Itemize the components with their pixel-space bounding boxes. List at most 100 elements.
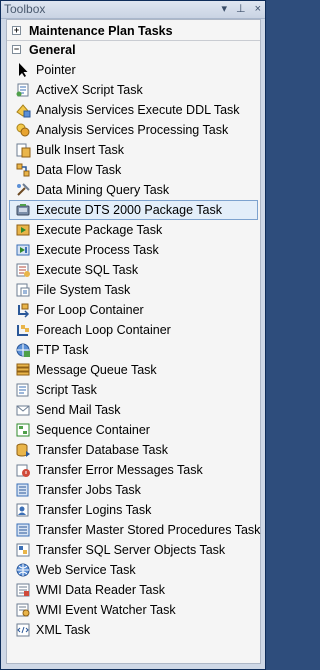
toolbox-item-label: Transfer Master Stored Procedures Task <box>36 523 261 537</box>
activex-script-icon <box>15 82 31 98</box>
toolbox-item[interactable]: Pointer <box>7 60 260 80</box>
toolbox-item-label: Analysis Services Processing Task <box>36 123 229 137</box>
close-icon[interactable]: × <box>255 1 261 18</box>
toolbox-item-label: WMI Event Watcher Task <box>36 603 176 617</box>
expand-icon[interactable]: + <box>12 26 21 35</box>
collapse-icon[interactable]: − <box>12 45 21 54</box>
transfer-logins-icon <box>15 502 31 518</box>
toolbox-item[interactable]: Transfer Error Messages Task <box>7 460 260 480</box>
toolbox-item-label: Web Service Task <box>36 563 136 577</box>
data-mining-icon <box>15 182 31 198</box>
toolbox-item[interactable]: Transfer Master Stored Procedures Task <box>7 520 260 540</box>
window-controls: ▾ ⊥ × <box>221 1 261 18</box>
foreach-loop-icon <box>15 322 31 338</box>
group-label: Maintenance Plan Tasks <box>29 24 173 38</box>
toolbox-item-label: ActiveX Script Task <box>36 83 143 97</box>
toolbox-item-label: Script Task <box>36 383 97 397</box>
xml-icon <box>15 622 31 638</box>
toolbox-item-label: Execute SQL Task <box>36 263 139 277</box>
toolbox-titlebar[interactable]: Toolbox ▾ ⊥ × <box>1 1 265 19</box>
toolbox-item[interactable]: Transfer SQL Server Objects Task <box>7 540 260 560</box>
window-position-dropdown-icon[interactable]: ▾ <box>221 1 227 18</box>
web-service-icon <box>15 562 31 578</box>
group-maintenance-plan-tasks[interactable]: + Maintenance Plan Tasks <box>7 22 260 40</box>
message-queue-icon <box>15 362 31 378</box>
toolbox-item[interactable]: Transfer Database Task <box>7 440 260 460</box>
toolbox-item-label: Transfer Logins Task <box>36 503 152 517</box>
toolbox-item[interactable]: Message Queue Task <box>7 360 260 380</box>
transfer-error-icon <box>15 462 31 478</box>
toolbox-item[interactable]: XML Task <box>7 620 260 640</box>
toolbox-window: Toolbox ▾ ⊥ × + Maintenance Plan Tasks −… <box>0 0 266 670</box>
analysis-ddl-icon <box>15 102 31 118</box>
toolbox-item[interactable]: Foreach Loop Container <box>7 320 260 340</box>
toolbox-item-label: XML Task <box>36 623 91 637</box>
toolbox-item[interactable]: WMI Data Reader Task <box>7 580 260 600</box>
toolbox-item-label: File System Task <box>36 283 131 297</box>
window-title: Toolbox <box>4 2 46 16</box>
group-general[interactable]: − General <box>7 41 260 59</box>
script-icon <box>15 382 31 398</box>
toolbox-item[interactable]: Analysis Services Processing Task <box>7 120 260 140</box>
toolbox-item-label: Foreach Loop Container <box>36 323 171 337</box>
toolbox-item[interactable]: For Loop Container <box>7 300 260 320</box>
sequence-icon <box>15 422 31 438</box>
toolbox-item-label: Transfer SQL Server Objects Task <box>36 543 226 557</box>
dts-package-icon <box>15 202 31 218</box>
toolbox-item-label: Sequence Container <box>36 423 150 437</box>
toolbox-item-label: Data Flow Task <box>36 163 122 177</box>
toolbox-item-label: Data Mining Query Task <box>36 183 170 197</box>
toolbox-item-label: WMI Data Reader Task <box>36 583 165 597</box>
toolbox-item[interactable]: File System Task <box>7 280 260 300</box>
toolbox-item-label: Execute DTS 2000 Package Task <box>36 203 222 217</box>
toolbox-item-label: Bulk Insert Task <box>36 143 125 157</box>
toolbox-item[interactable]: Execute Process Task <box>7 240 260 260</box>
toolbox-item[interactable]: Script Task <box>7 380 260 400</box>
toolbox-item[interactable]: Send Mail Task <box>7 400 260 420</box>
toolbox-item[interactable]: FTP Task <box>7 340 260 360</box>
transfer-database-icon <box>15 442 31 458</box>
execute-sql-icon <box>15 262 31 278</box>
toolbox-item[interactable]: Transfer Logins Task <box>7 500 260 520</box>
toolbox-item-label: Transfer Error Messages Task <box>36 463 203 477</box>
transfer-procs-icon <box>15 522 31 538</box>
toolbox-content: + Maintenance Plan Tasks − General Point… <box>6 19 261 664</box>
toolbox-item-label: Execute Package Task <box>36 223 163 237</box>
pointer-icon <box>15 62 31 78</box>
toolbox-item[interactable]: Data Mining Query Task <box>7 180 260 200</box>
execute-package-icon <box>15 222 31 238</box>
transfer-jobs-icon <box>15 482 31 498</box>
toolbox-item-label: Analysis Services Execute DDL Task <box>36 103 240 117</box>
send-mail-icon <box>15 402 31 418</box>
toolbox-item-label: Send Mail Task <box>36 403 121 417</box>
execute-process-icon <box>15 242 31 258</box>
toolbox-item[interactable]: Web Service Task <box>7 560 260 580</box>
toolbox-item[interactable]: Execute SQL Task <box>7 260 260 280</box>
toolbox-item-label: Transfer Jobs Task <box>36 483 141 497</box>
toolbox-item[interactable]: Sequence Container <box>7 420 260 440</box>
for-loop-icon <box>15 302 31 318</box>
toolbox-item-label: FTP Task <box>36 343 89 357</box>
toolbox-item[interactable]: Execute DTS 2000 Package Task <box>9 200 258 220</box>
transfer-objects-icon <box>15 542 31 558</box>
wmi-watcher-icon <box>15 602 31 618</box>
group-label: General <box>29 43 76 57</box>
toolbox-item-label: Message Queue Task <box>36 363 157 377</box>
toolbox-item-label: Transfer Database Task <box>36 443 169 457</box>
analysis-processing-icon <box>15 122 31 138</box>
toolbox-item-label: Pointer <box>36 63 76 77</box>
toolbox-item[interactable]: Analysis Services Execute DDL Task <box>7 100 260 120</box>
toolbox-item[interactable]: Transfer Jobs Task <box>7 480 260 500</box>
toolbox-item[interactable]: Bulk Insert Task <box>7 140 260 160</box>
toolbox-item-label: Execute Process Task <box>36 243 159 257</box>
toolbox-item-label: For Loop Container <box>36 303 144 317</box>
bulk-insert-icon <box>15 142 31 158</box>
file-system-icon <box>15 282 31 298</box>
toolbox-item[interactable]: WMI Event Watcher Task <box>7 600 260 620</box>
ftp-icon <box>15 342 31 358</box>
auto-hide-pin-icon[interactable]: ⊥ <box>236 1 246 18</box>
data-flow-icon <box>15 162 31 178</box>
toolbox-item[interactable]: Data Flow Task <box>7 160 260 180</box>
toolbox-item[interactable]: Execute Package Task <box>7 220 260 240</box>
toolbox-item[interactable]: ActiveX Script Task <box>7 80 260 100</box>
